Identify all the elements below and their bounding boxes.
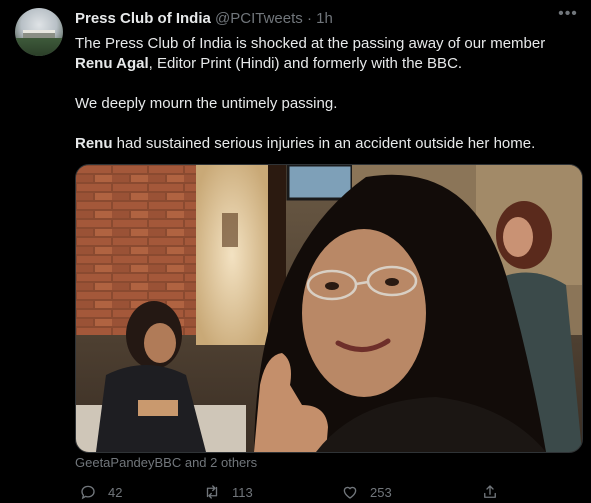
timestamp[interactable]: 1h (316, 10, 333, 27)
paragraph-1: The Press Club of India is shocked at th… (75, 34, 575, 74)
reply-button[interactable]: 42 (79, 482, 122, 502)
separator: · (306, 10, 312, 27)
action-bar: 42 113 253 (75, 482, 581, 502)
wall-sign (222, 213, 238, 247)
media-tags[interactable]: GeetaPandeyBBC and 2 others (75, 455, 257, 471)
share-button[interactable] (481, 482, 499, 502)
author-handle[interactable]: @PCITweets (215, 10, 303, 27)
reply-icon (81, 485, 95, 500)
more-icon[interactable]: ••• (557, 6, 579, 24)
lit-panel (196, 165, 268, 345)
person-left-face (144, 323, 176, 363)
subject-face (302, 229, 426, 397)
paragraph-2: We deeply mourn the untimely passing. (75, 95, 338, 112)
like-button[interactable]: 253 (341, 482, 392, 502)
person-right-face (503, 217, 533, 257)
share-icon (484, 485, 496, 498)
retweet-count: 113 (232, 484, 253, 500)
avatar[interactable] (15, 8, 63, 56)
retweet-button[interactable]: 113 (203, 482, 253, 502)
avatar-trees (15, 38, 63, 56)
member-first-name: Renu (75, 135, 113, 152)
tweet-text: The Press Club of India is shocked at th… (75, 34, 575, 154)
tv-screen (286, 165, 354, 201)
paragraph-3-post: had sustained serious injuries in an acc… (112, 135, 536, 152)
reply-count: 42 (108, 484, 123, 500)
like-icon (343, 486, 357, 499)
paragraph-1-pre: The Press Club of India is shocked at th… (75, 35, 546, 52)
tweet-photo[interactable] (75, 164, 583, 453)
tweet[interactable]: Press Club of India @PCITweets · 1h ••• … (0, 0, 591, 503)
paragraph-1-post: , Editor Print (Hindi) and formerly with… (148, 55, 463, 72)
member-name: Renu Agal (75, 55, 149, 72)
paragraph-3: Renu had sustained serious injuries in a… (75, 134, 575, 154)
like-count: 253 (370, 484, 392, 500)
retweet-icon (206, 485, 218, 499)
person-left-hands (138, 400, 178, 416)
tweet-header: Press Club of India @PCITweets · 1h (75, 10, 333, 28)
author-name[interactable]: Press Club of India (75, 10, 211, 27)
